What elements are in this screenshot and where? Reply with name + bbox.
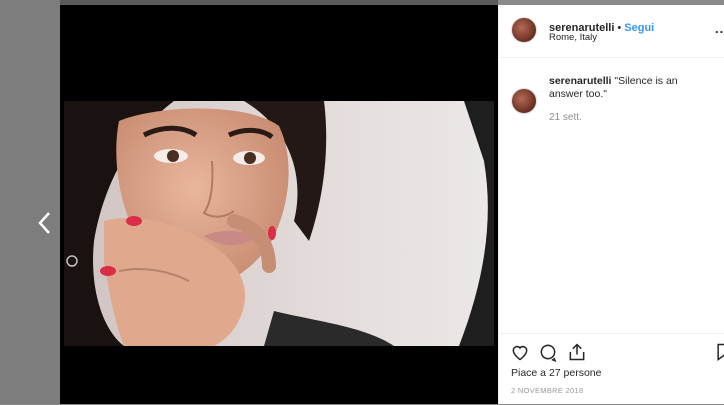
comment-button[interactable] [538,342,558,363]
chevron-left-icon [38,212,50,234]
modal-backdrop[interactable] [0,0,60,404]
heart-icon [512,345,528,361]
post-sidebar: serenarutelli•Segui Rome, Italy ... sere… [498,5,724,404]
save-button[interactable] [714,342,724,362]
caption-avatar[interactable] [511,88,537,114]
share-button[interactable] [567,342,587,362]
post-photo [64,101,494,346]
avatar[interactable] [511,17,537,43]
caption-timestamp[interactable]: 21 sett. [549,112,582,123]
bookmark-icon [717,343,724,361]
more-options-button[interactable]: ... [715,21,724,36]
share-icon [569,343,585,361]
follow-button[interactable]: Segui [624,22,654,34]
separator-dot: • [617,22,622,34]
like-button[interactable] [510,342,530,362]
post-media[interactable] [60,5,498,404]
likes-count[interactable]: Piace a 27 persone [511,367,601,379]
post-date[interactable]: 2 NOVEMBRE 2018 [511,386,583,395]
post-header: serenarutelli•Segui Rome, Italy ... [499,5,724,58]
action-bar: Piace a 27 persone 2 NOVEMBRE 2018 [499,333,724,405]
caption: serenarutelli "Silence is an answer too.… [549,75,699,101]
prev-post-button[interactable] [33,208,57,238]
comment-icon [540,344,557,363]
caption-username-link[interactable]: serenarutelli [549,75,611,87]
location-link[interactable]: Rome, Italy [549,32,597,43]
